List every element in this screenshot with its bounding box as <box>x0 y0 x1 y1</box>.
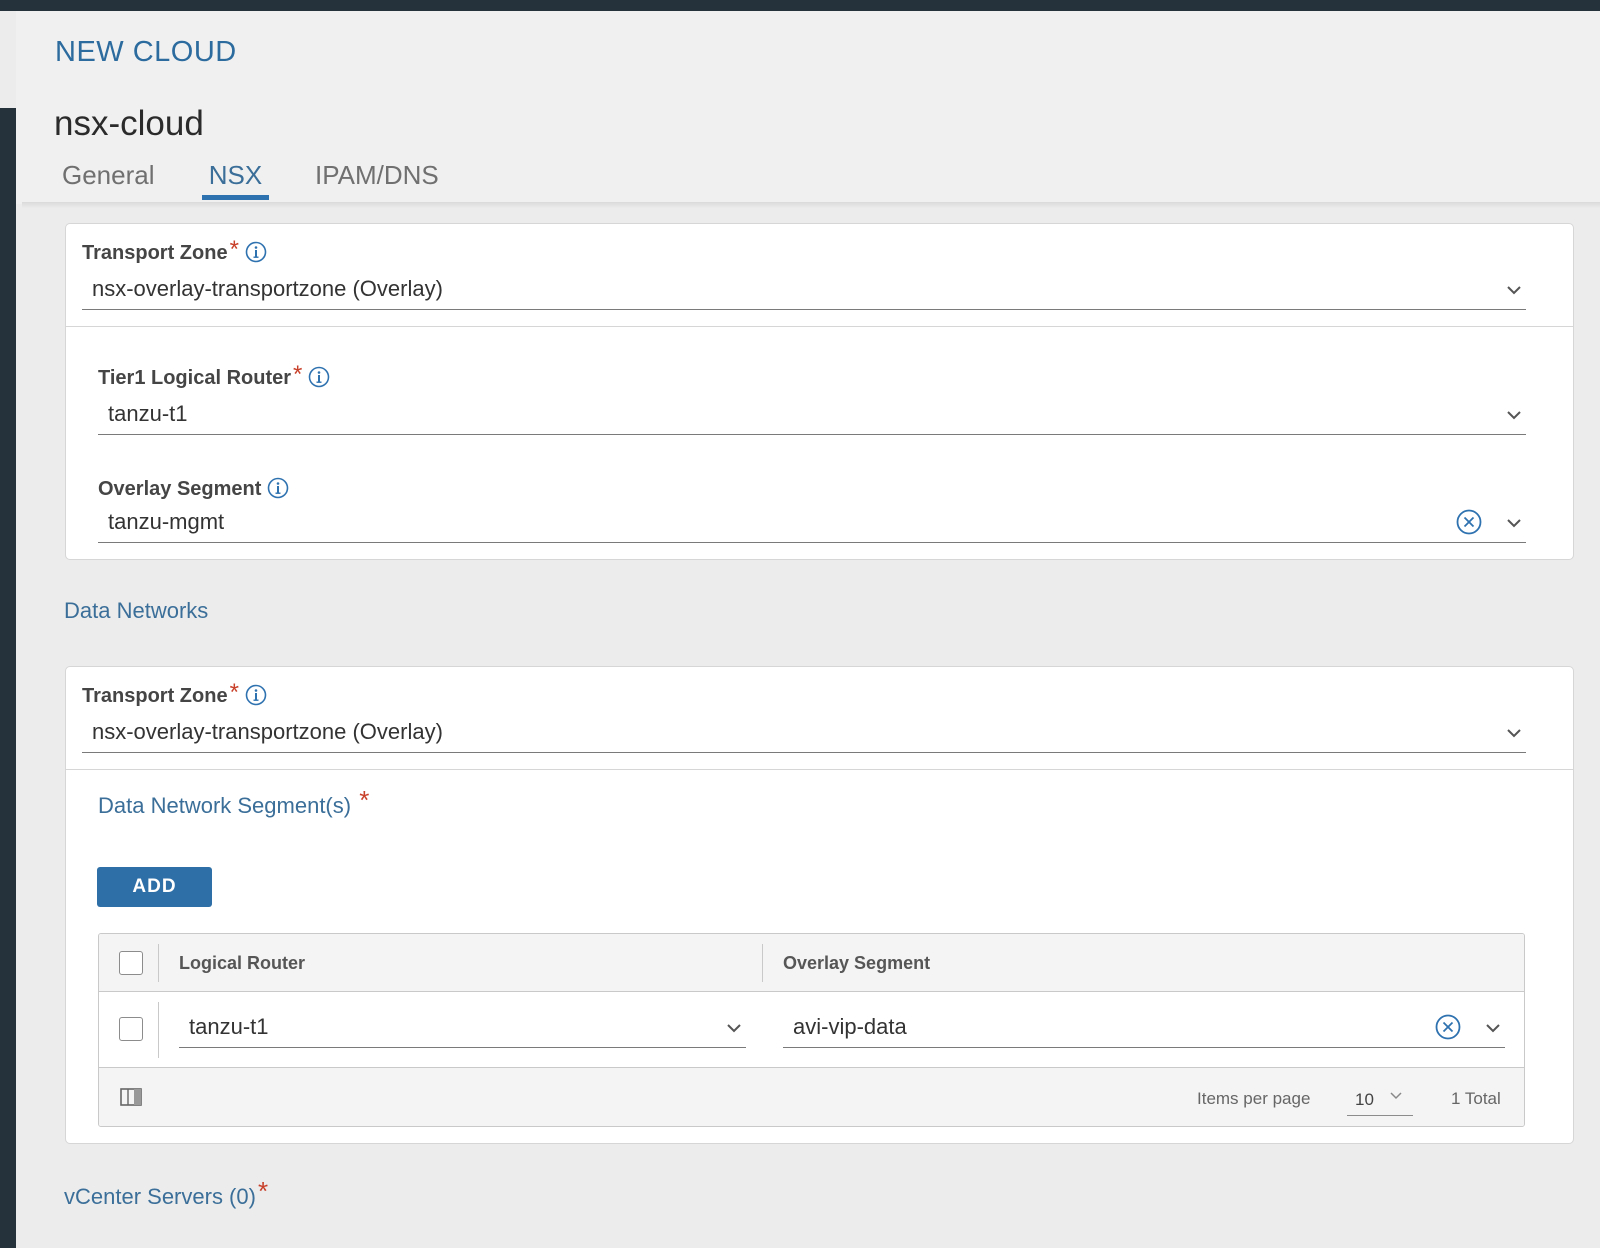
row-checkbox[interactable] <box>119 1017 143 1041</box>
column-separator <box>158 1002 159 1058</box>
add-segment-button[interactable]: ADD <box>97 867 212 907</box>
tier1-router-label-text: Tier1 Logical Router <box>98 367 292 389</box>
clear-icon[interactable] <box>1435 1014 1461 1040</box>
header-shadow <box>22 202 1600 208</box>
management-network-card: Transport Zone* nsx-overlay-transportzon… <box>65 223 1574 560</box>
chevron-down-icon <box>727 1024 741 1033</box>
tier1-router-label: Tier1 Logical Router* <box>98 361 330 395</box>
data-network-segments-title: Data Network Segment(s) * <box>98 785 369 824</box>
column-header-overlay-segment[interactable]: Overlay Segment <box>783 953 930 974</box>
tab-general-label: General <box>62 160 155 190</box>
tab-active-indicator <box>202 195 269 200</box>
data-segments-grid: Logical Router Overlay Segment tanzu-t1 … <box>98 933 1525 1127</box>
clear-icon[interactable] <box>1456 509 1482 535</box>
required-marker: * <box>359 785 370 815</box>
transport-zone-label: Transport Zone* <box>82 236 267 270</box>
left-nav-bar <box>0 108 16 1248</box>
required-marker: * <box>257 1176 269 1206</box>
row-overlay-segment-value: avi-vip-data <box>793 1014 907 1039</box>
row-logical-router-select[interactable]: tanzu-t1 <box>179 1010 746 1048</box>
required-marker: * <box>293 361 303 388</box>
chevron-down-icon <box>1486 1024 1500 1033</box>
vcenter-servers-title: vCenter Servers (0)* <box>64 1176 268 1215</box>
column-separator <box>158 944 159 982</box>
info-icon[interactable] <box>267 477 289 499</box>
column-separator <box>762 944 763 982</box>
required-marker: * <box>229 679 239 706</box>
row-overlay-segment-select[interactable]: avi-vip-data <box>783 1010 1505 1048</box>
total-count: 1 Total <box>1451 1089 1501 1108</box>
grid-header: Logical Router Overlay Segment <box>99 934 1524 992</box>
data-transport-zone-label: Transport Zone* <box>82 679 267 713</box>
info-icon[interactable] <box>245 241 267 263</box>
transport-zone-select[interactable]: nsx-overlay-transportzone (Overlay) <box>82 272 1526 310</box>
transport-zone-value: nsx-overlay-transportzone (Overlay) <box>92 276 443 301</box>
chevron-down-icon <box>1507 729 1521 738</box>
vcenter-servers-title-text: vCenter Servers (0) <box>64 1184 256 1209</box>
page-size-select[interactable]: 10 <box>1347 1082 1413 1116</box>
card-divider <box>66 326 1573 327</box>
overlay-segment-value: tanzu-mgmt <box>108 509 225 534</box>
page-size-value: 10 <box>1355 1090 1374 1109</box>
transport-zone-label-text: Transport Zone <box>82 242 228 264</box>
tab-general[interactable]: General <box>62 160 155 200</box>
cloud-name: nsx-cloud <box>54 104 204 143</box>
top-nav-bar <box>0 0 1600 11</box>
data-network-segments-title-text: Data Network Segment(s) <box>98 793 352 818</box>
overlay-segment-select[interactable]: tanzu-mgmt <box>98 505 1526 543</box>
select-all-checkbox[interactable] <box>119 951 143 975</box>
required-marker: * <box>229 236 239 263</box>
data-networks-title: Data Networks <box>64 598 209 623</box>
chevron-down-icon <box>1507 286 1521 295</box>
grid-footer: Items per page 10 1 Total <box>99 1067 1524 1126</box>
tier1-router-value: tanzu-t1 <box>108 401 188 426</box>
chevron-down-icon <box>1390 1092 1402 1100</box>
modal-title: NEW CLOUD <box>55 36 237 68</box>
data-transport-zone-label-text: Transport Zone <box>82 685 228 707</box>
tab-ipam-dns[interactable]: IPAM/DNS <box>315 160 439 200</box>
data-transport-zone-value: nsx-overlay-transportzone (Overlay) <box>92 719 443 744</box>
column-header-logical-router[interactable]: Logical Router <box>179 953 305 974</box>
card-divider <box>66 769 1573 770</box>
tab-ipam-dns-label: IPAM/DNS <box>315 160 439 190</box>
table-row: tanzu-t1 avi-vip-data <box>99 992 1524 1067</box>
column-toggle-icon[interactable] <box>120 1087 142 1107</box>
tab-nsx-label: NSX <box>208 160 263 190</box>
items-per-page-label: Items per page <box>1197 1089 1311 1108</box>
tab-nsx[interactable]: NSX <box>202 160 269 200</box>
row-logical-router-value: tanzu-t1 <box>189 1014 269 1039</box>
chevron-down-icon <box>1507 411 1521 420</box>
data-transport-zone-select[interactable]: nsx-overlay-transportzone (Overlay) <box>82 715 1526 753</box>
tier1-router-select[interactable]: tanzu-t1 <box>98 397 1526 435</box>
overlay-segment-label-text: Overlay Segment <box>98 478 262 500</box>
chevron-down-icon <box>1507 519 1521 528</box>
info-icon[interactable] <box>245 684 267 706</box>
info-icon[interactable] <box>308 366 330 388</box>
overlay-segment-label: Overlay Segment <box>98 477 289 501</box>
